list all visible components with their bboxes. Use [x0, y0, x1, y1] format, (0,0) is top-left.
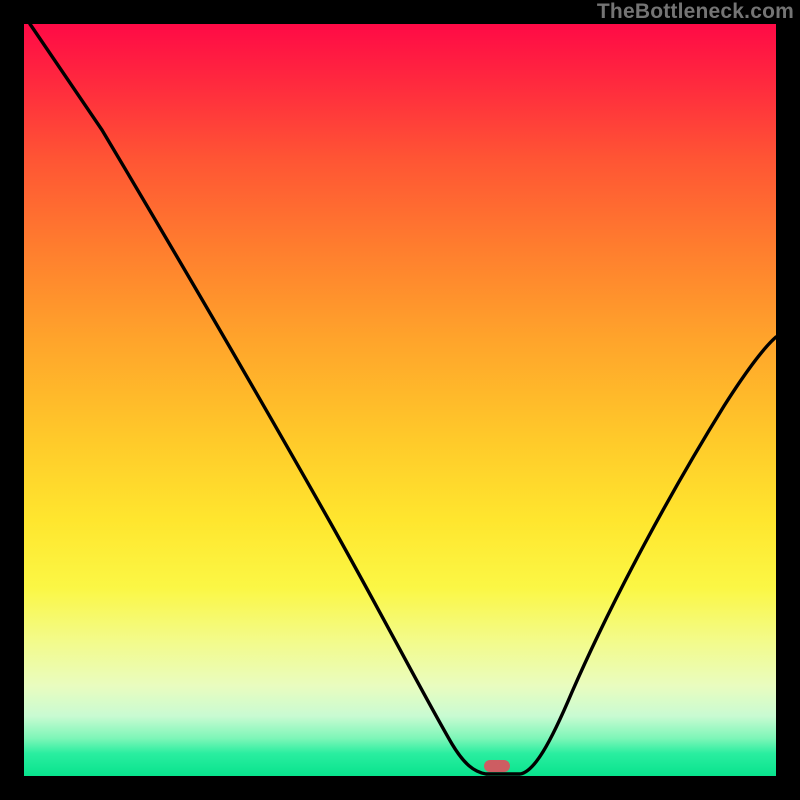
plot-area [24, 24, 776, 776]
bottleneck-curve-path [30, 24, 776, 774]
chart-container: TheBottleneck.com [0, 0, 800, 800]
curve-svg [24, 24, 776, 776]
watermark-text: TheBottleneck.com [597, 0, 794, 24]
optimal-marker [484, 760, 510, 772]
